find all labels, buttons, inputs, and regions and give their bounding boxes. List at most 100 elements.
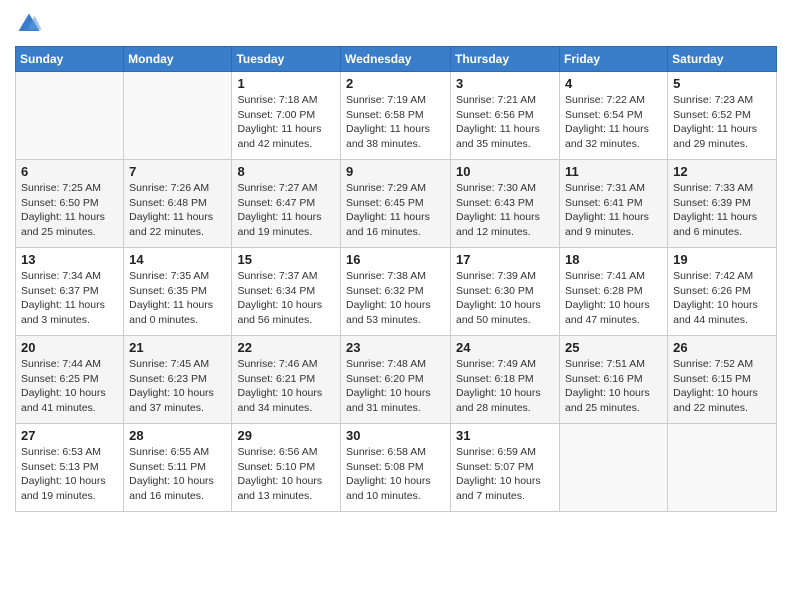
day-number: 7 (129, 164, 226, 179)
day-info: Sunrise: 7:37 AMSunset: 6:34 PMDaylight:… (237, 269, 335, 328)
calendar-week-row: 13 Sunrise: 7:34 AMSunset: 6:37 PMDayligh… (16, 248, 777, 336)
day-info: Sunrise: 7:29 AMSunset: 6:45 PMDaylight:… (346, 181, 445, 240)
calendar-week-row: 1 Sunrise: 7:18 AMSunset: 7:00 PMDaylight… (16, 72, 777, 160)
day-number: 28 (129, 428, 226, 443)
day-info: Sunrise: 7:35 AMSunset: 6:35 PMDaylight:… (129, 269, 226, 328)
calendar-cell: 28 Sunrise: 6:55 AMSunset: 5:11 PMDayligh… (124, 424, 232, 512)
day-info: Sunrise: 7:18 AMSunset: 7:00 PMDaylight:… (237, 93, 335, 152)
day-info: Sunrise: 7:44 AMSunset: 6:25 PMDaylight:… (21, 357, 118, 416)
logo-icon (15, 10, 43, 38)
calendar-cell: 22Sunrise: 7:46 AMSunset: 6:21 PMDayligh… (232, 336, 341, 424)
day-info: Sunrise: 7:41 AMSunset: 6:28 PMDaylight:… (565, 269, 662, 328)
day-number: 8 (237, 164, 335, 179)
day-info: Sunrise: 6:56 AMSunset: 5:10 PMDaylight:… (237, 445, 335, 504)
calendar-header-thursday: Thursday (451, 47, 560, 72)
calendar-cell: 24 Sunrise: 7:49 AMSunset: 6:18 PMDayligh… (451, 336, 560, 424)
calendar-header-wednesday: Wednesday (341, 47, 451, 72)
calendar-cell: 9Sunrise: 7:29 AMSunset: 6:45 PMDaylight… (341, 160, 451, 248)
calendar-cell: 8 Sunrise: 7:27 AMSunset: 6:47 PMDaylight… (232, 160, 341, 248)
day-number: 2 (346, 76, 445, 91)
day-number: 25 (565, 340, 662, 355)
day-number: 12 (673, 164, 771, 179)
calendar-cell: 17 Sunrise: 7:39 AMSunset: 6:30 PMDayligh… (451, 248, 560, 336)
day-number: 27 (21, 428, 118, 443)
calendar-cell: 25Sunrise: 7:51 AMSunset: 6:16 PMDayligh… (560, 336, 668, 424)
day-info: Sunrise: 7:22 AMSunset: 6:54 PMDaylight:… (565, 93, 662, 152)
page-header (15, 10, 777, 38)
day-info: Sunrise: 7:26 AMSunset: 6:48 PMDaylight:… (129, 181, 226, 240)
day-info: Sunrise: 6:53 AMSunset: 5:13 PMDaylight:… (21, 445, 118, 504)
day-number: 14 (129, 252, 226, 267)
day-info: Sunrise: 7:45 AMSunset: 6:23 PMDaylight:… (129, 357, 226, 416)
day-info: Sunrise: 7:27 AMSunset: 6:47 PMDaylight:… (237, 181, 335, 240)
calendar-cell: 6 Sunrise: 7:25 AMSunset: 6:50 PMDaylight… (16, 160, 124, 248)
calendar-cell (124, 72, 232, 160)
calendar-header-monday: Monday (124, 47, 232, 72)
calendar-week-row: 20 Sunrise: 7:44 AMSunset: 6:25 PMDayligh… (16, 336, 777, 424)
day-number: 1 (237, 76, 335, 91)
calendar-cell: 1 Sunrise: 7:18 AMSunset: 7:00 PMDaylight… (232, 72, 341, 160)
calendar-cell: 30 Sunrise: 6:58 AMSunset: 5:08 PMDayligh… (341, 424, 451, 512)
calendar-cell: 4Sunrise: 7:22 AMSunset: 6:54 PMDaylight… (560, 72, 668, 160)
day-info: Sunrise: 7:42 AMSunset: 6:26 PMDaylight:… (673, 269, 771, 328)
calendar-cell: 20 Sunrise: 7:44 AMSunset: 6:25 PMDayligh… (16, 336, 124, 424)
calendar-cell: 5Sunrise: 7:23 AMSunset: 6:52 PMDaylight… (668, 72, 777, 160)
calendar-cell: 26 Sunrise: 7:52 AMSunset: 6:15 PMDayligh… (668, 336, 777, 424)
day-info: Sunrise: 7:49 AMSunset: 6:18 PMDaylight:… (456, 357, 554, 416)
day-number: 3 (456, 76, 554, 91)
day-info: Sunrise: 7:52 AMSunset: 6:15 PMDaylight:… (673, 357, 771, 416)
day-number: 10 (456, 164, 554, 179)
day-info: Sunrise: 7:30 AMSunset: 6:43 PMDaylight:… (456, 181, 554, 240)
day-info: Sunrise: 6:55 AMSunset: 5:11 PMDaylight:… (129, 445, 226, 504)
day-number: 20 (21, 340, 118, 355)
day-number: 6 (21, 164, 118, 179)
calendar-header-tuesday: Tuesday (232, 47, 341, 72)
day-number: 30 (346, 428, 445, 443)
day-info: Sunrise: 7:39 AMSunset: 6:30 PMDaylight:… (456, 269, 554, 328)
calendar-cell: 7 Sunrise: 7:26 AMSunset: 6:48 PMDaylight… (124, 160, 232, 248)
day-number: 26 (673, 340, 771, 355)
logo (15, 10, 47, 38)
calendar-table: SundayMondayTuesdayWednesdayThursdayFrid… (15, 46, 777, 512)
day-number: 21 (129, 340, 226, 355)
day-number: 15 (237, 252, 335, 267)
day-info: Sunrise: 7:34 AMSunset: 6:37 PMDaylight:… (21, 269, 118, 328)
day-number: 24 (456, 340, 554, 355)
calendar-cell: 13 Sunrise: 7:34 AMSunset: 6:37 PMDayligh… (16, 248, 124, 336)
calendar-cell: 23 Sunrise: 7:48 AMSunset: 6:20 PMDayligh… (341, 336, 451, 424)
day-number: 23 (346, 340, 445, 355)
day-info: Sunrise: 7:25 AMSunset: 6:50 PMDaylight:… (21, 181, 118, 240)
calendar-cell (16, 72, 124, 160)
calendar-cell: 18Sunrise: 7:41 AMSunset: 6:28 PMDayligh… (560, 248, 668, 336)
calendar-cell: 16Sunrise: 7:38 AMSunset: 6:32 PMDayligh… (341, 248, 451, 336)
calendar-header-row: SundayMondayTuesdayWednesdayThursdayFrid… (16, 47, 777, 72)
calendar-cell: 31Sunrise: 6:59 AMSunset: 5:07 PMDayligh… (451, 424, 560, 512)
calendar-cell: 14 Sunrise: 7:35 AMSunset: 6:35 PMDayligh… (124, 248, 232, 336)
day-info: Sunrise: 7:23 AMSunset: 6:52 PMDaylight:… (673, 93, 771, 152)
calendar-header-sunday: Sunday (16, 47, 124, 72)
day-number: 17 (456, 252, 554, 267)
day-info: Sunrise: 7:31 AMSunset: 6:41 PMDaylight:… (565, 181, 662, 240)
day-info: Sunrise: 7:21 AMSunset: 6:56 PMDaylight:… (456, 93, 554, 152)
calendar-cell: 21 Sunrise: 7:45 AMSunset: 6:23 PMDayligh… (124, 336, 232, 424)
day-info: Sunrise: 7:38 AMSunset: 6:32 PMDaylight:… (346, 269, 445, 328)
calendar-cell: 29 Sunrise: 6:56 AMSunset: 5:10 PMDayligh… (232, 424, 341, 512)
calendar-header-saturday: Saturday (668, 47, 777, 72)
calendar-cell: 12Sunrise: 7:33 AMSunset: 6:39 PMDayligh… (668, 160, 777, 248)
calendar-cell: 10 Sunrise: 7:30 AMSunset: 6:43 PMDayligh… (451, 160, 560, 248)
calendar-week-row: 6 Sunrise: 7:25 AMSunset: 6:50 PMDaylight… (16, 160, 777, 248)
day-number: 29 (237, 428, 335, 443)
calendar-cell: 11 Sunrise: 7:31 AMSunset: 6:41 PMDayligh… (560, 160, 668, 248)
calendar-cell (560, 424, 668, 512)
day-number: 13 (21, 252, 118, 267)
day-info: Sunrise: 7:48 AMSunset: 6:20 PMDaylight:… (346, 357, 445, 416)
calendar-cell: 3 Sunrise: 7:21 AMSunset: 6:56 PMDaylight… (451, 72, 560, 160)
calendar-cell (668, 424, 777, 512)
day-number: 11 (565, 164, 662, 179)
day-info: Sunrise: 6:58 AMSunset: 5:08 PMDaylight:… (346, 445, 445, 504)
day-info: Sunrise: 7:19 AMSunset: 6:58 PMDaylight:… (346, 93, 445, 152)
calendar-cell: 15 Sunrise: 7:37 AMSunset: 6:34 PMDayligh… (232, 248, 341, 336)
calendar-week-row: 27 Sunrise: 6:53 AMSunset: 5:13 PMDayligh… (16, 424, 777, 512)
day-number: 19 (673, 252, 771, 267)
day-number: 31 (456, 428, 554, 443)
